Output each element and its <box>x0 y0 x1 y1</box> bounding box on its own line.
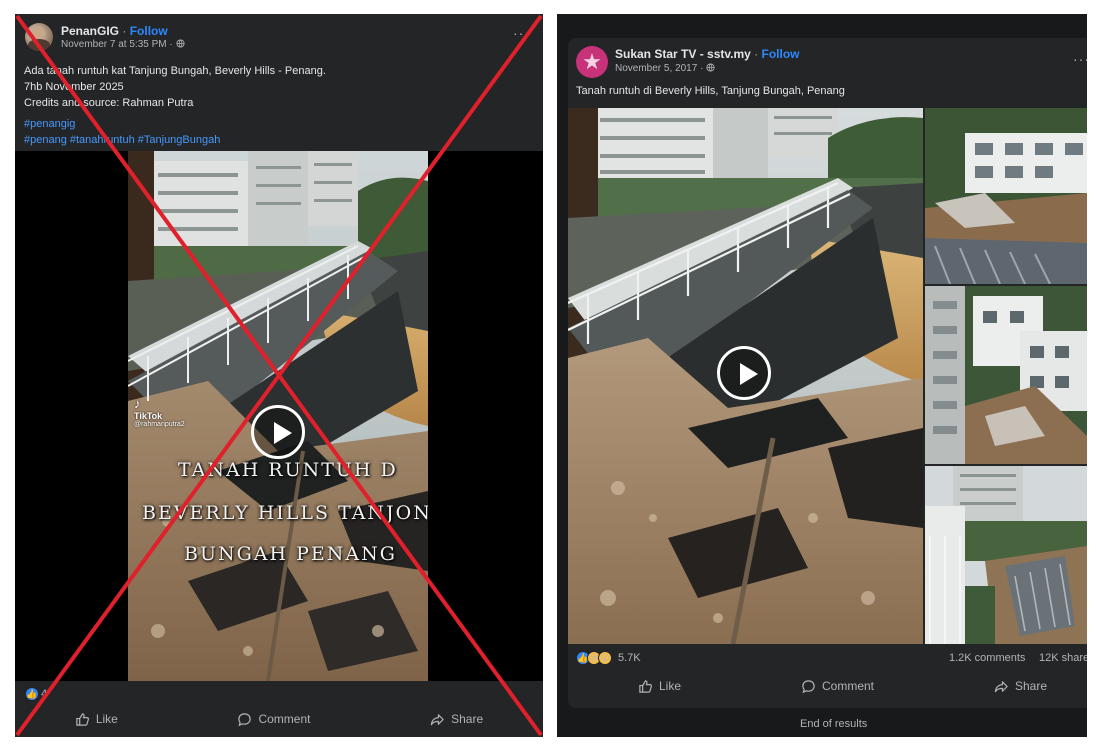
reaction-summary[interactable]: 👍 😢 😮 5.7K <box>576 651 641 665</box>
shares-count[interactable]: 12K shares <box>1039 652 1087 664</box>
collapsed-townhouses-photo <box>925 286 1087 464</box>
reaction-count: 4 <box>41 688 48 700</box>
tiktok-watermark: ♪ TikTok @rahmanputra2 <box>134 396 185 428</box>
globe-icon: · <box>169 39 185 50</box>
caption-line: Ada tanah runtuh kat Tanjung Bungah, Bev… <box>24 65 326 77</box>
video-caption-line-3: BUNGAH PENANG <box>184 543 397 565</box>
comments-count[interactable]: 1.2K comments <box>949 652 1025 664</box>
page-avatar[interactable] <box>25 23 53 51</box>
thumbnail-photo-1[interactable] <box>925 108 1087 284</box>
hashtag-link[interactable]: #penangig <box>24 116 326 132</box>
comment-bubble-icon <box>238 712 252 726</box>
thumbs-up-icon <box>76 712 89 726</box>
caption-line: 7hb November 2025 <box>24 81 124 93</box>
post-timestamp[interactable]: November 7 at 5:35 PM <box>61 39 167 50</box>
comment-label: Comment <box>821 679 874 693</box>
left-post-panel: PenanGIG · Follow November 7 at 5:35 PM … <box>15 14 543 737</box>
video-caption-line-1: TANAH RUNTUH D <box>178 459 398 481</box>
post-action-bar: Like Comment Share <box>15 707 543 731</box>
comment-button[interactable]: Comment <box>801 679 874 694</box>
video-caption-line-2: BEVERLY HILLS TANJONG <box>142 502 428 524</box>
reaction-count: 5.7K <box>618 652 641 664</box>
share-button[interactable]: Share <box>430 712 483 727</box>
thumbnail-photo-3[interactable] <box>925 466 1087 644</box>
post-date-row: November 7 at 5:35 PM · <box>61 39 185 50</box>
post-header-name-row: PenanGIG · Follow <box>61 24 168 38</box>
separator: · <box>754 47 759 61</box>
post-header-name-row: Sukan Star TV - sstv.my · Follow <box>615 47 800 61</box>
thumbs-up-icon <box>639 679 652 693</box>
more-dots-icon[interactable]: ··· <box>1073 51 1087 67</box>
thumbnail-photo-2[interactable] <box>925 286 1087 464</box>
follow-button[interactable]: Follow <box>130 24 168 38</box>
caption-line: Credits and source: Rahman Putra <box>24 97 194 109</box>
page-name[interactable]: Sukan Star TV - sstv.my <box>615 47 751 61</box>
like-button[interactable]: Like <box>75 712 118 727</box>
post-action-bar: Like Comment Share <box>568 672 1087 700</box>
like-button[interactable]: Like <box>638 679 681 694</box>
page-avatar[interactable]: ★ <box>576 46 608 78</box>
like-label: Like <box>95 712 118 726</box>
tiktok-username: @rahmanputra2 <box>134 421 185 428</box>
share-label: Share <box>451 712 484 726</box>
reaction-summary[interactable]: 👍 4 <box>25 687 47 701</box>
collapsed-slope-photo <box>925 466 1087 644</box>
play-button[interactable] <box>251 405 305 459</box>
right-post-panel: ★ Sukan Star TV - sstv.my · Follow Novem… <box>557 14 1087 737</box>
hashtag-links[interactable]: #penang #tanahruntuh #TanjungBungah <box>24 132 326 148</box>
like-label: Like <box>659 679 682 693</box>
tiktok-label: TikTok <box>134 411 163 421</box>
video-player[interactable]: ♪ TikTok @rahmanputra2 TANAH RUNTUH D BE… <box>15 151 543 681</box>
collapsed-houses-photo <box>925 108 1087 284</box>
share-arrow-icon <box>994 680 1008 692</box>
post-caption: Ada tanah runtuh kat Tanjung Bungah, Bev… <box>24 63 326 148</box>
post-timestamp[interactable]: November 5, 2017 <box>615 63 697 74</box>
end-of-results-label: End of results <box>800 718 868 730</box>
page-name[interactable]: PenanGIG <box>61 24 119 38</box>
share-button[interactable]: Share <box>994 679 1047 694</box>
play-button[interactable] <box>717 346 771 400</box>
separator: · <box>122 24 127 38</box>
left-post-card: PenanGIG · Follow November 7 at 5:35 PM … <box>15 14 543 737</box>
like-reaction-icon: 👍 <box>25 687 39 701</box>
globe-icon: · <box>700 63 715 74</box>
star-logo-icon: ★ <box>582 49 602 74</box>
wow-reaction-icon: 😮 <box>598 651 612 665</box>
share-arrow-icon <box>430 713 444 725</box>
comment-bubble-icon <box>802 679 815 693</box>
share-label: Share <box>1014 679 1047 693</box>
more-dots-icon[interactable]: ··· <box>513 25 530 41</box>
comment-button[interactable]: Comment <box>237 712 310 727</box>
post-caption: Tanah runtuh di Beverly Hills, Tanjung B… <box>576 85 845 97</box>
follow-button[interactable]: Follow <box>762 47 800 61</box>
right-post-card: ★ Sukan Star TV - sstv.my · Follow Novem… <box>568 38 1087 708</box>
tiktok-icon: ♪ <box>134 396 141 411</box>
main-photo[interactable] <box>568 108 923 644</box>
post-date-row: November 5, 2017 · <box>615 63 715 74</box>
comment-label: Comment <box>258 712 311 726</box>
